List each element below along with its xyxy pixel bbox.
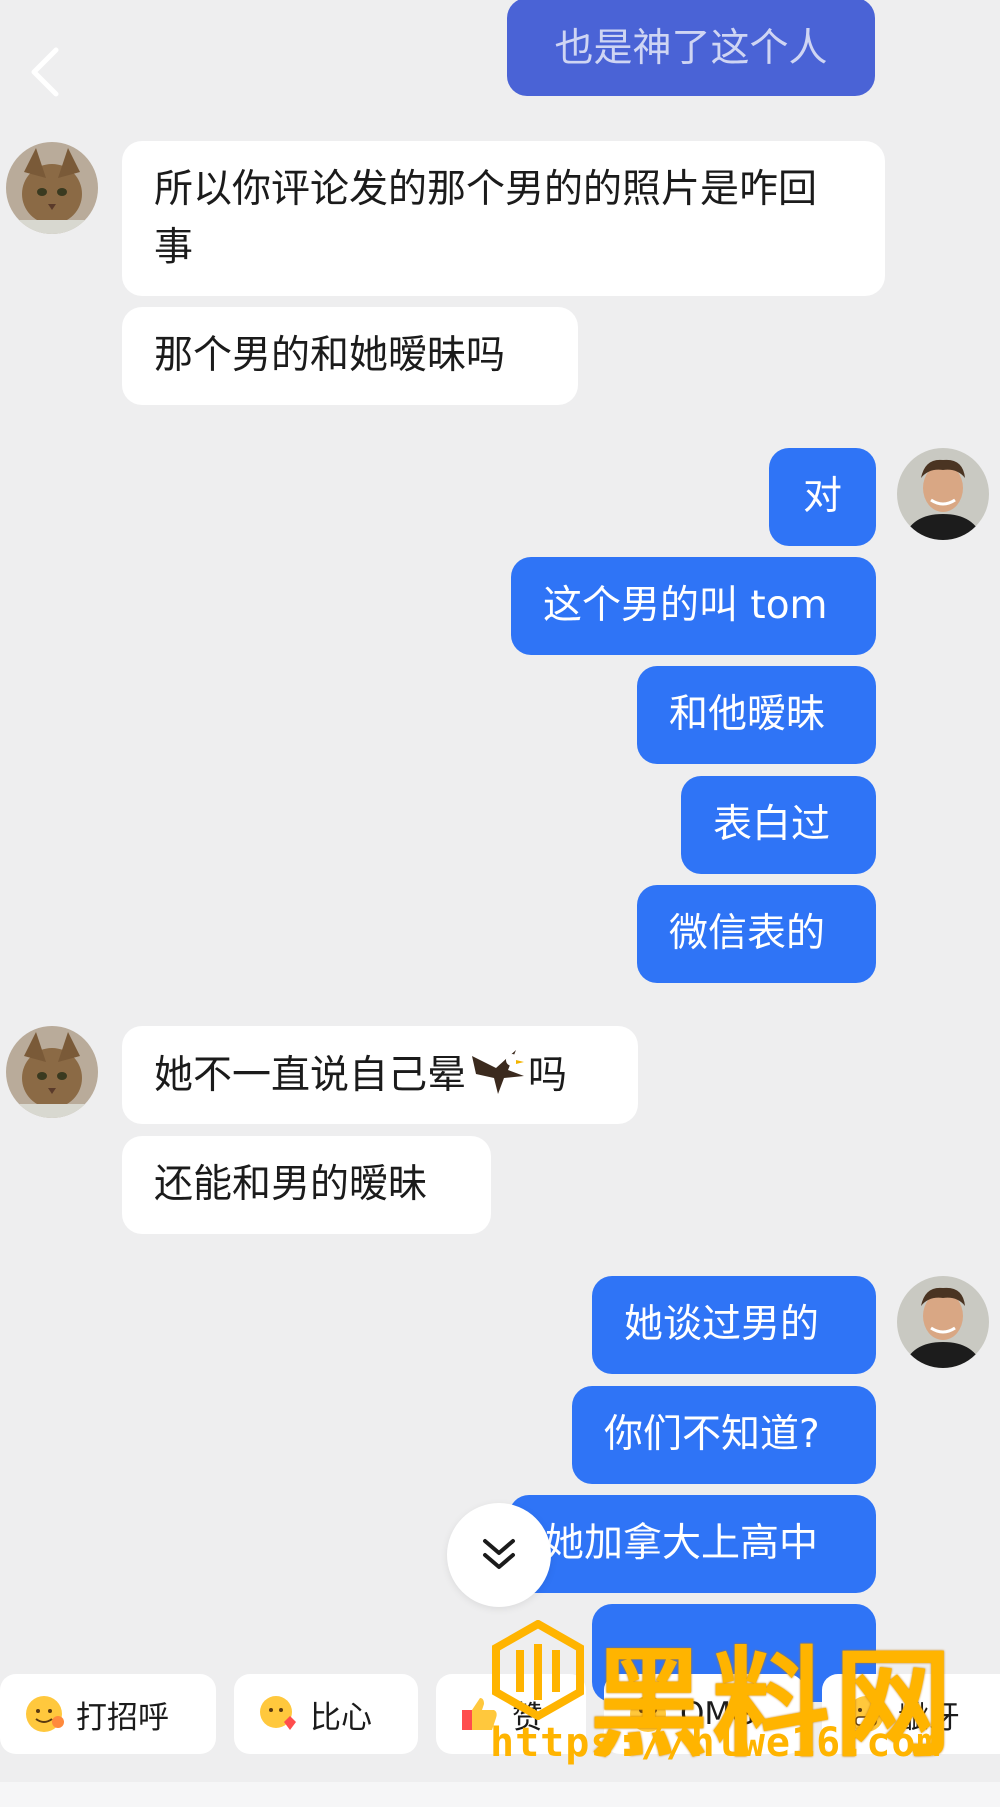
message-bubble-incoming[interactable]: 还能和男的暧昧: [122, 1136, 491, 1234]
quick-reply-chip[interactable]: OMG: [604, 1674, 804, 1754]
message-bubble-incoming[interactable]: 那个男的和她暧昧吗: [122, 307, 578, 405]
chevron-left-icon: [31, 47, 59, 97]
quick-reply-chip[interactable]: 打招呼: [0, 1674, 216, 1754]
quick-reply-label: 比心: [310, 1699, 372, 1736]
message-bubble-outgoing[interactable]: 对: [769, 448, 876, 546]
quick-reply-label: 打招呼: [76, 1699, 169, 1736]
message-bubble-outgoing[interactable]: 她加拿大上高中: [509, 1495, 876, 1593]
contact-avatar[interactable]: [6, 1026, 98, 1118]
thumbs-up-emoji-icon: [462, 1698, 497, 1730]
grin-emoji-icon: [848, 1696, 884, 1732]
eagle-icon: [472, 1050, 525, 1094]
double-chevron-down-icon: [483, 1539, 515, 1569]
message-bubble-outgoing[interactable]: 和他暧昧: [637, 666, 876, 764]
scroll-to-bottom-button[interactable]: [447, 1503, 551, 1607]
quick-reply-label: 赞: [512, 1699, 543, 1736]
user-avatar[interactable]: [897, 448, 989, 540]
contact-avatar[interactable]: [6, 142, 98, 234]
back-button[interactable]: [22, 42, 72, 102]
message-bubble-outgoing[interactable]: 她谈过男的: [592, 1276, 876, 1374]
message-bubble-outgoing[interactable]: 你们不知道?: [572, 1386, 876, 1484]
user-avatar[interactable]: [897, 1276, 989, 1368]
message-bubble-incoming[interactable]: 所以你评论发的那个男的的照片是咋回事: [122, 141, 885, 296]
heart-hands-emoji-icon: [260, 1696, 296, 1730]
quick-reply-bar: 打招呼 比心 赞 OMG 龇牙: [0, 1674, 1000, 1766]
quick-reply-label: OMG: [680, 1696, 756, 1732]
quick-reply-label: 龇牙: [898, 1699, 960, 1736]
message-bubble-outgoing[interactable]: 这个男的叫 tom: [511, 557, 876, 655]
message-text: 她不一直说自己晕: [154, 1053, 467, 1098]
quick-reply-chip[interactable]: 龇牙: [822, 1674, 1000, 1754]
quick-reply-chip[interactable]: 比心: [234, 1674, 418, 1754]
message-bubble-outgoing[interactable]: 表白过: [681, 776, 876, 874]
quick-reply-chip[interactable]: 赞: [436, 1674, 586, 1754]
omg-emoji-icon: [630, 1696, 666, 1732]
message-bubble-incoming[interactable]: 她不一直说自己晕 吗: [122, 1026, 638, 1124]
message-bubble-outgoing[interactable]: 也是神了这个人: [507, 0, 875, 96]
message-bubble-outgoing[interactable]: 微信表的: [637, 885, 876, 983]
wave-emoji-icon: [26, 1696, 64, 1732]
message-text: 吗: [528, 1053, 568, 1098]
input-bar-edge: [0, 1782, 1000, 1807]
